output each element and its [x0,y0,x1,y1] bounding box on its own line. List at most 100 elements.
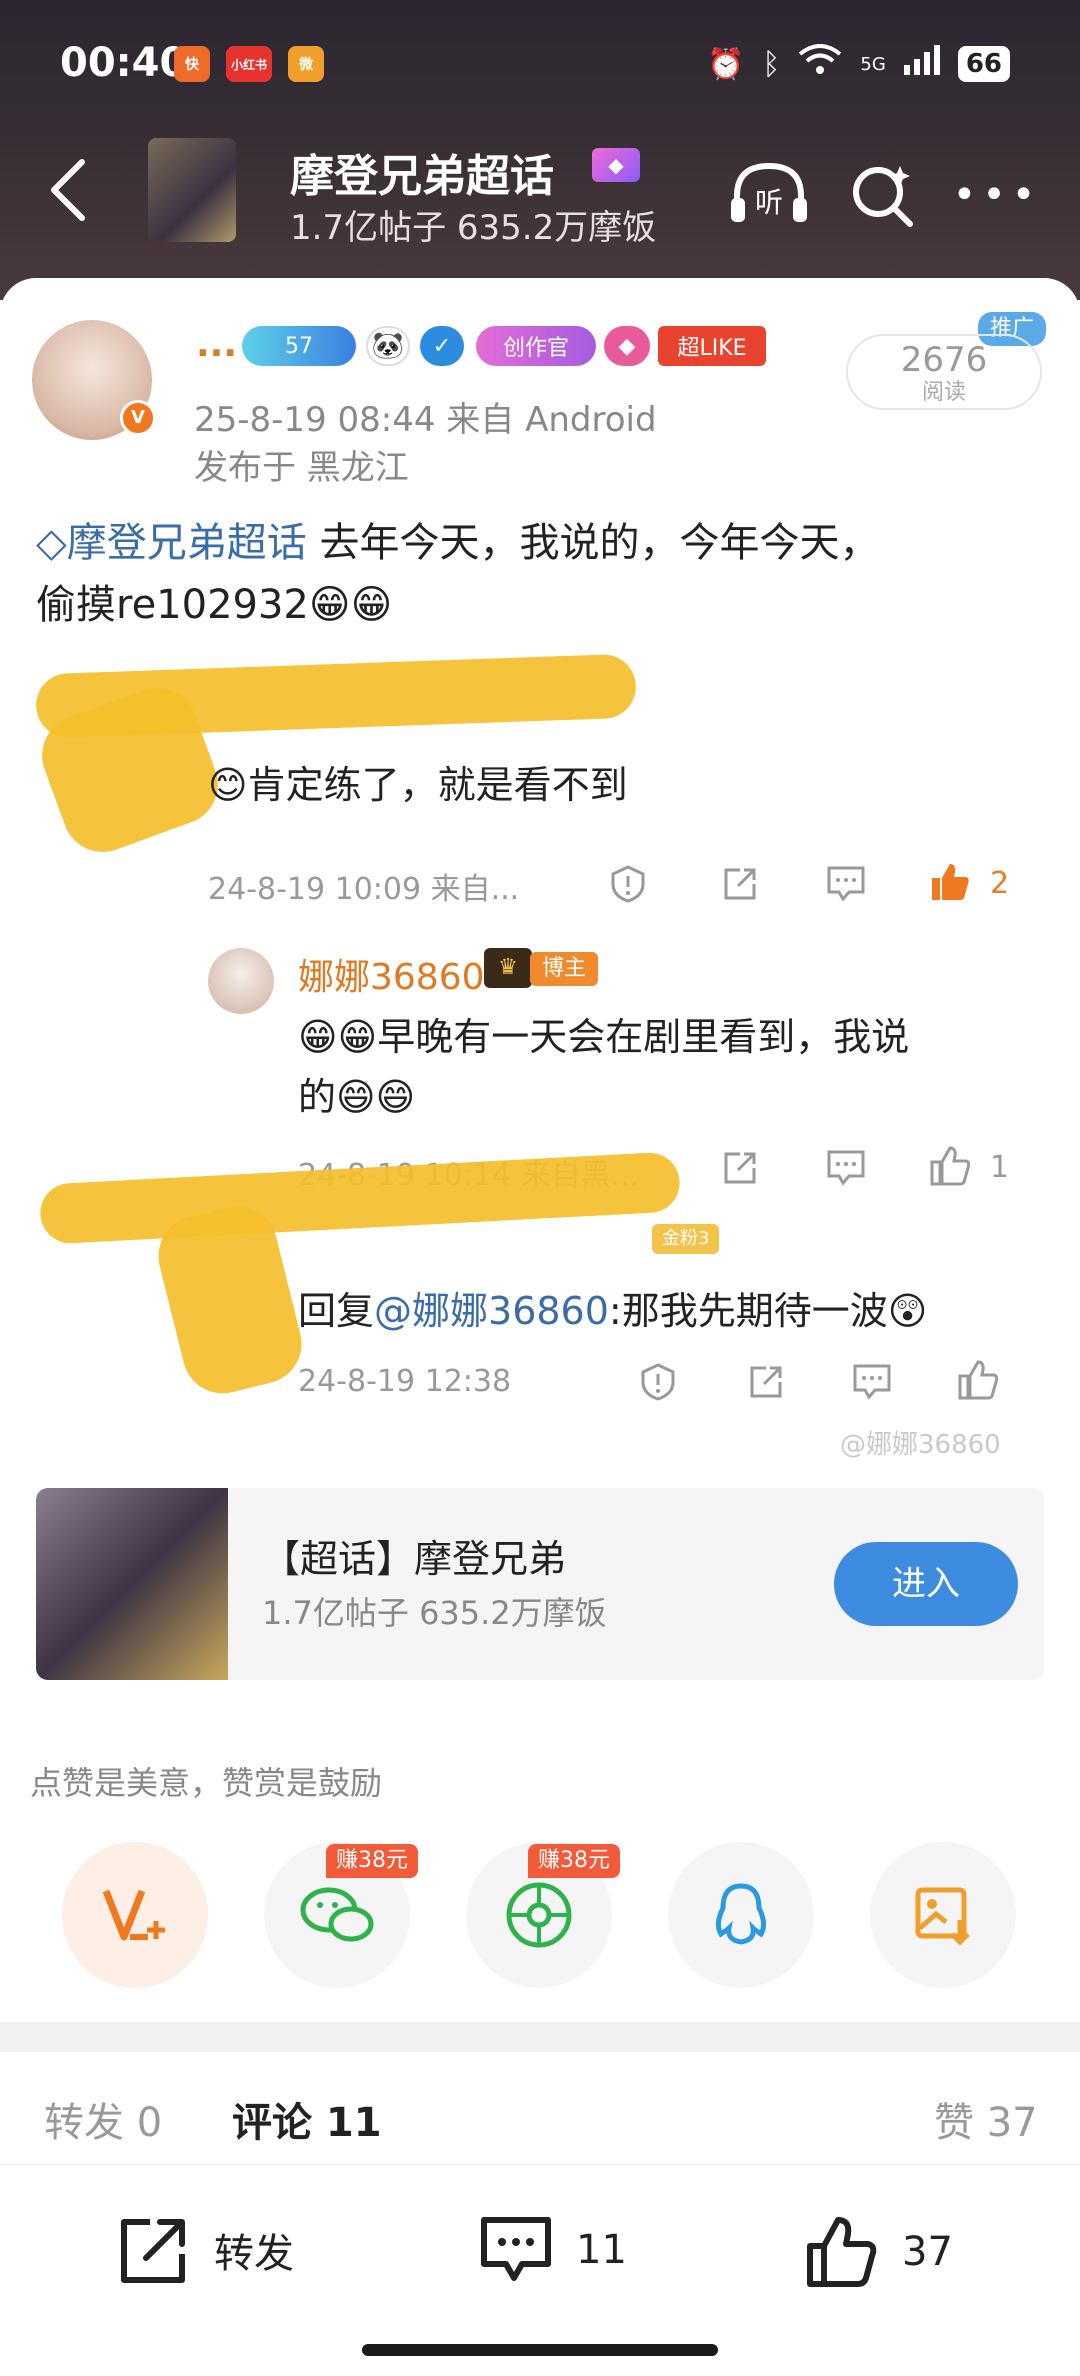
like-count: 1 [990,1150,1010,1185]
reply-button[interactable] [850,1360,894,1404]
verified-icon: V [120,400,156,436]
report-button[interactable] [636,1360,680,1404]
thumbs-up-icon [958,1360,999,1400]
fan-tag: 金粉3 [652,1224,720,1254]
comment-meta: 24-8-19 12:38 [298,1364,512,1399]
headphones-icon: 听 [731,162,807,222]
comment-count: 11 [576,2227,627,2273]
comment-icon [481,2217,551,2281]
read-count-number: 2676 [900,340,988,380]
watermark: @娜娜36860 [840,1430,1001,1460]
signal-icon [903,45,940,83]
topic-card-image [36,1488,228,1680]
battery-indicator: 66 [957,46,1010,82]
read-count: 2676 阅读 [846,334,1042,410]
like-badge: 超LIKE [658,326,766,366]
alarm-icon: ⏰ [707,46,745,82]
qq-icon [715,1883,767,1945]
topic-link-text[interactable]: 摩登兄弟超话 [67,520,307,566]
thumbs-up-icon [807,2217,877,2287]
save-image-button[interactable] [870,1842,1016,1988]
repost-button[interactable]: 转发 [116,2214,294,2286]
share-button[interactable] [718,1146,762,1190]
report-icon [611,865,645,903]
weibo-icon: 微 [288,46,324,82]
enter-button[interactable]: 进入 [834,1542,1018,1626]
shield-icon: ✓ [420,326,464,366]
bluetooth-icon: ᛒ [762,46,781,82]
tab-repost[interactable]: 转发 0 [44,2090,162,2148]
post-location: 发布于 黑龙江 [194,448,409,488]
share-button[interactable] [718,862,762,906]
thumbs-up-icon [930,1146,971,1186]
earn-tag: 赚38元 [326,1844,418,1878]
page-title[interactable]: 摩登兄弟超话 [290,140,554,204]
like-button[interactable] [928,1144,972,1188]
wifi-icon [798,44,842,84]
panda-icon: 🐼 [366,326,410,366]
like-count: 2 [990,866,1010,901]
save-image-icon [915,1887,970,1946]
topic-stats: 1.7亿帖子 635.2万摩饭 [290,208,657,248]
wechat-icon [300,1887,374,1942]
tab-comments[interactable]: 评论 11 [232,2090,382,2148]
svg-text:听: 听 [755,186,783,219]
like-button[interactable]: 37 [804,2214,953,2290]
share-button[interactable] [744,1360,788,1404]
more-icon: ••• [952,172,1042,218]
earn-tag: 赚38元 [528,1844,620,1878]
read-count-label: 阅读 [921,380,966,405]
share-icon [724,1152,756,1184]
topic-link[interactable]: ◇摩登兄弟超话 [36,520,307,566]
back-button[interactable] [38,150,98,230]
post-body: ◇摩登兄弟超话 去年今天，我说的，今年今天， 偷摸re102932😁😁 [36,512,1046,636]
topic-thumbnail[interactable] [148,138,236,242]
repost-icon [121,2219,185,2283]
home-indicator[interactable] [362,2344,718,2356]
topic-card-title: 【超话】摩登兄弟 [262,1537,567,1581]
reply-prefix: 回复 [298,1289,375,1333]
search-button[interactable] [838,150,928,240]
mention-link[interactable]: @娜娜36860 [374,1289,609,1333]
username[interactable]: ... [196,324,237,365]
reply-text: :那我先期待一波😲 [608,1289,928,1333]
comment-text: 回复@娜娜36860:那我先期待一波😲 [298,1280,927,1335]
post-meta: 25-8-19 08:44 来自 Android [194,400,657,440]
like-button[interactable] [956,1358,1000,1402]
report-icon [641,1363,675,1401]
reward-hint: 点赞是美意，赞赏是鼓励 [30,1764,383,1802]
reward-v-icon [102,1889,165,1941]
creator-badge: 创作官 [476,326,596,366]
share-icon [750,1366,782,1398]
app-notification-icon: 快 [174,46,210,82]
share-icon [724,868,756,900]
comment-icon [827,866,865,902]
level-badge: 57 [242,326,356,366]
like-count: 37 [902,2229,953,2275]
more-button[interactable]: ••• [952,150,1042,240]
diamond-icon: ◆ [592,148,640,182]
section-divider [0,2022,1080,2052]
comment-text: 😊肯定练了，就是看不到 [208,763,628,807]
comment-meta: 24-8-19 10:09 来自... [208,872,520,907]
status-bar: 00:40 快 小红书 微 ⏰ ᛒ 5G 66 [0,0,1080,130]
like-button[interactable] [928,860,972,904]
gem-icon: ◆ [604,326,650,366]
report-button[interactable] [606,862,650,906]
status-time: 00:40 [60,40,188,86]
repost-label: 转发 [214,2231,294,2277]
reply-button[interactable] [824,862,868,906]
qq-share-button[interactable] [668,1842,814,1988]
avatar[interactable] [208,948,274,1014]
thumbs-up-icon [932,864,969,900]
comment-author[interactable]: 娜娜36860 [298,948,485,1000]
body-line-2: 偷摸re102932😁😁 [36,582,393,628]
tab-likes[interactable]: 赞 37 [934,2090,1038,2148]
crown-icon: ♛ [484,948,532,988]
listen-button[interactable]: 听 [724,150,814,240]
comment-button[interactable]: 11 [478,2214,627,2286]
topic-card[interactable]: 【超话】摩登兄弟 1.7亿帖子 635.2万摩饭 进入 [36,1488,1044,1680]
level-badge-text: 57 [285,333,313,359]
reply-button[interactable] [824,1146,868,1190]
reward-button[interactable] [62,1842,208,1988]
